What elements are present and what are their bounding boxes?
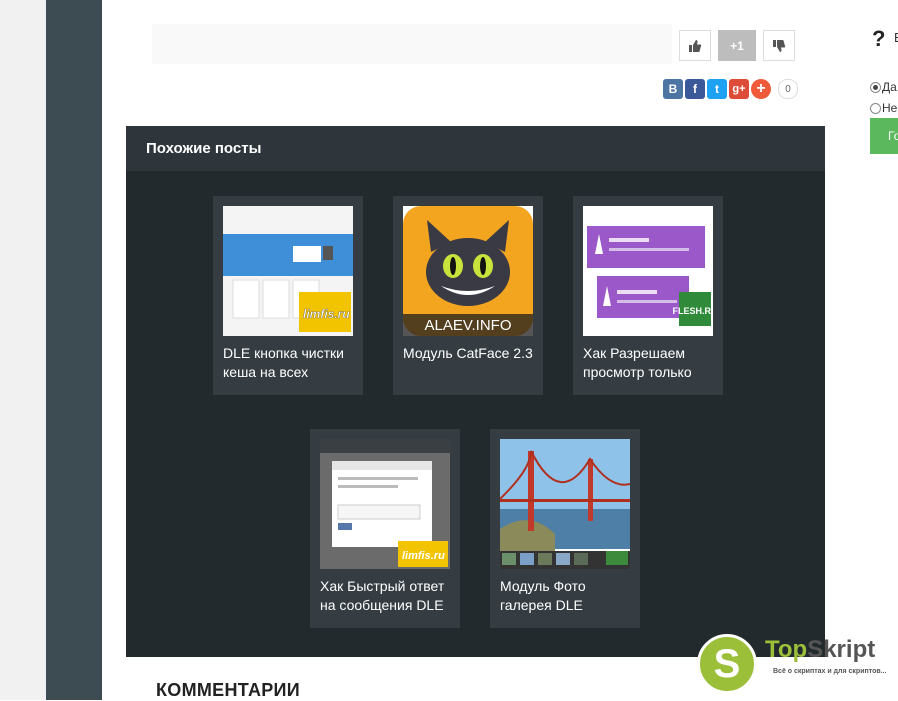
radio-icon[interactable]: [870, 102, 881, 114]
thumb-watermark: limfis.ru: [402, 550, 445, 562]
brand-name: TopSkript: [765, 636, 875, 664]
left-gutter: [0, 0, 46, 700]
poll-option-label: Не: [882, 101, 898, 115]
post-thumbnail[interactable]: [500, 439, 630, 569]
poll-question: В: [894, 30, 898, 45]
related-post-card[interactable]: limfis.ru DLE кнопка чистки кеша на всех: [213, 196, 363, 395]
brand-tagline: Всё о скриптах и для скриптов...: [773, 668, 887, 675]
post-title-link[interactable]: Хак Разрешаем просмотр только: [583, 344, 717, 384]
related-posts-panel: Похожие посты limfis.ru DLE кнопка чистк…: [126, 126, 825, 657]
radio-selected-icon[interactable]: [870, 81, 881, 93]
poll-vote-button[interactable]: Го: [870, 118, 898, 154]
post-title-link[interactable]: Хак Быстрый ответ на сообщения DLE: [320, 577, 454, 617]
cat-thumb-image: ALAEV.INFO: [403, 206, 533, 336]
poll-option-no[interactable]: Не: [870, 101, 897, 115]
brand-name-part: Top: [765, 636, 808, 663]
brand-logo-letter: S: [713, 642, 741, 686]
related-post-card[interactable]: ALAEV.INFO Модуль CatFace 2.3: [393, 196, 543, 395]
related-post-card[interactable]: limfis.ru Хак Быстрый ответ на сообщения…: [310, 429, 460, 628]
dialog-thumb-image: limfis.ru: [320, 439, 450, 569]
topskript-watermark: S TopSkript Всё о скриптах и для скрипто…: [697, 634, 898, 698]
related-post-card[interactable]: FLESH.RU Хак Разрешаем просмотр только: [573, 196, 723, 395]
googleplus-share-button[interactable]: g+: [729, 79, 749, 99]
share-bar: В f t g+ + 0: [663, 78, 798, 100]
thumb-watermark: FLESH.RU: [673, 306, 714, 316]
post-title-link[interactable]: Модуль Фото галерея DLE: [500, 577, 634, 617]
rating-score: +1: [718, 30, 756, 61]
thumb-watermark: ALAEV.INFO: [425, 317, 512, 334]
thumbs-down-icon: [773, 39, 786, 52]
dislike-button[interactable]: [763, 30, 795, 61]
post-thumbnail[interactable]: ALAEV.INFO: [403, 206, 533, 336]
post-thumbnail[interactable]: FLESH.RU: [583, 206, 713, 336]
more-share-button[interactable]: +: [751, 79, 771, 99]
screenshot-thumb-image: limfis.ru: [223, 206, 353, 336]
brand-name-part: Skript: [807, 636, 876, 663]
left-sidebar: [46, 0, 102, 700]
bridge-thumb-image: [500, 439, 630, 569]
like-button[interactable]: [679, 30, 711, 61]
facebook-share-button[interactable]: f: [685, 79, 705, 99]
related-posts-heading: Похожие посты: [126, 126, 825, 171]
rating-strip: [152, 24, 672, 64]
share-count: 0: [778, 79, 798, 99]
question-icon: ?: [872, 26, 886, 51]
thumb-watermark: limfis.ru: [303, 307, 350, 321]
poll-option-label: Да: [882, 80, 897, 94]
twitter-share-button[interactable]: t: [707, 79, 727, 99]
post-thumbnail[interactable]: limfis.ru: [223, 206, 353, 336]
vk-share-button[interactable]: В: [663, 79, 683, 99]
poll-option-yes[interactable]: Да: [870, 80, 897, 94]
thumbs-up-icon: [689, 39, 702, 52]
post-thumbnail[interactable]: limfis.ru: [320, 439, 450, 569]
related-post-card[interactable]: Модуль Фото галерея DLE: [490, 429, 640, 628]
comments-heading: КОММЕНТАРИИ: [156, 680, 301, 700]
post-title-link[interactable]: DLE кнопка чистки кеша на всех: [223, 344, 357, 384]
info-thumb-image: FLESH.RU: [583, 206, 713, 336]
post-title-link[interactable]: Модуль CatFace 2.3: [403, 344, 537, 384]
